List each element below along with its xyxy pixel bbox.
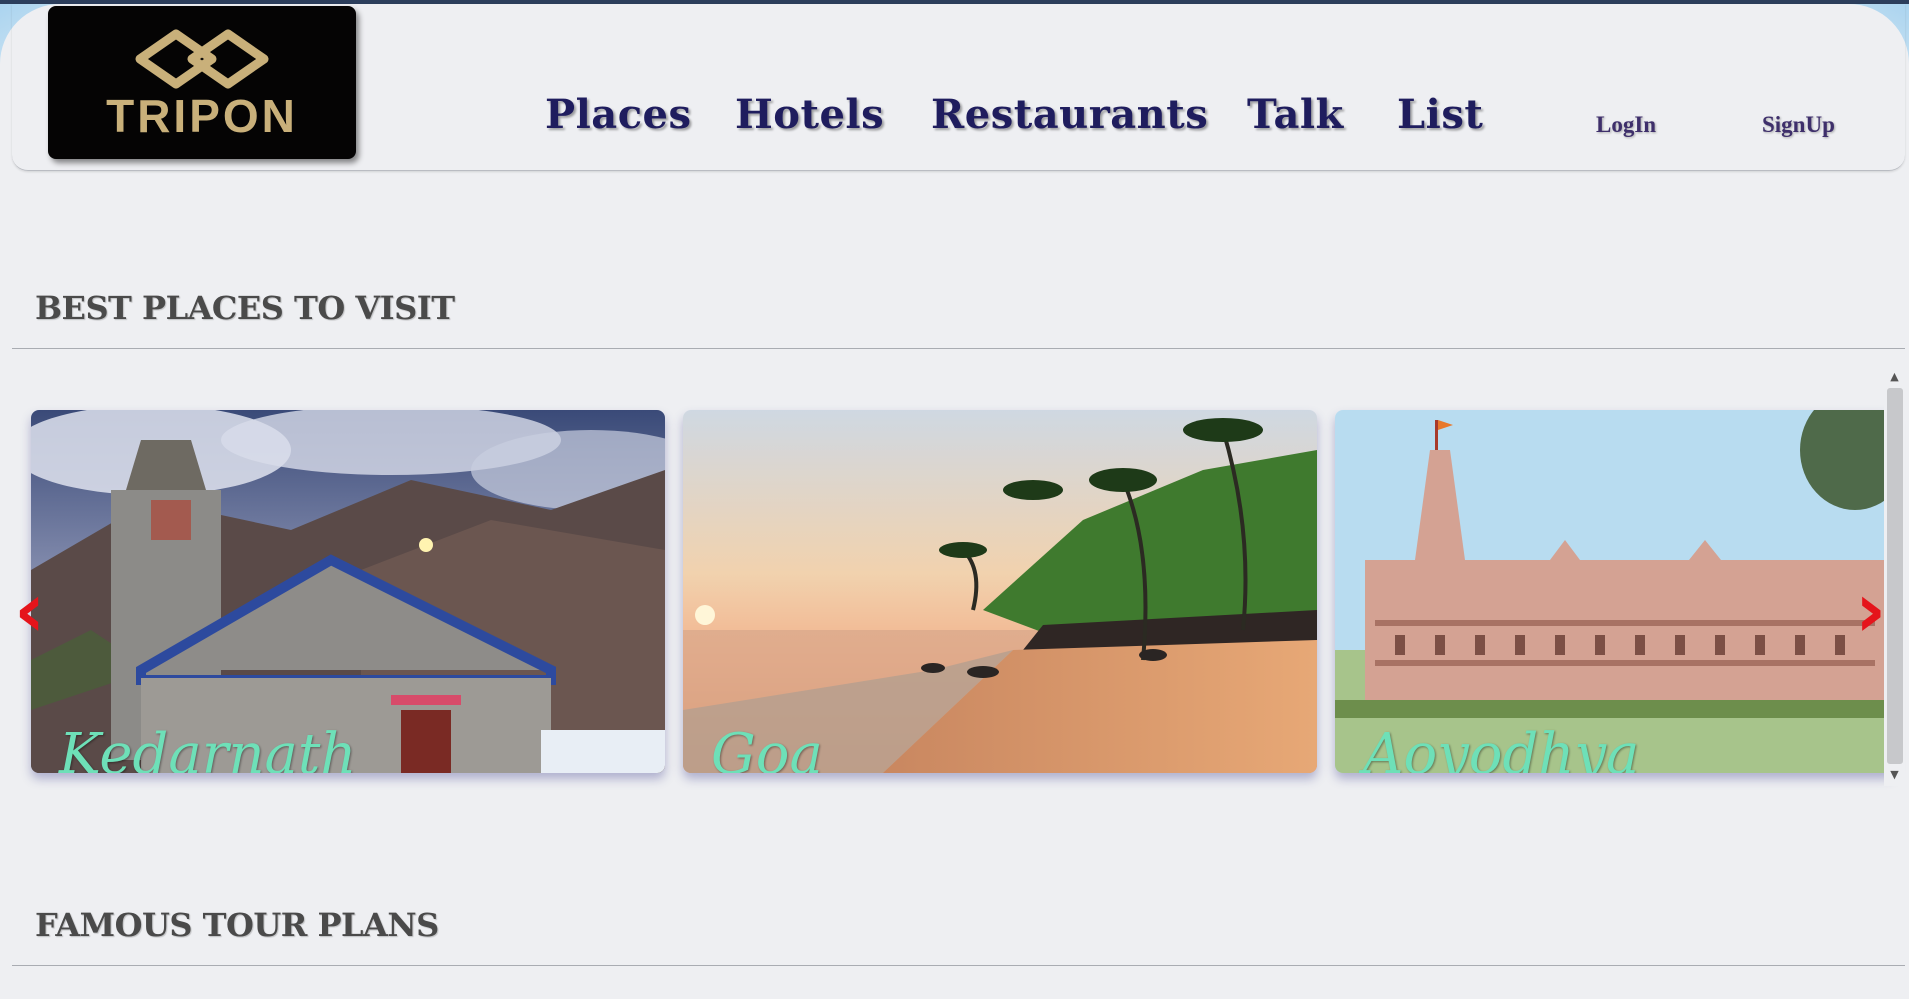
carousel-prev-icon[interactable]: ‹ xyxy=(14,572,45,648)
login-link[interactable]: LogIn xyxy=(1596,112,1656,138)
nav-talk[interactable]: Talk xyxy=(1247,91,1344,138)
place-card-kedarnath[interactable]: Kedarnath xyxy=(31,410,665,773)
card-label-goa: Goa xyxy=(711,722,823,773)
logo-diamond-icon: TRIPON xyxy=(106,29,298,142)
site-header: TRIPON xyxy=(12,4,1905,171)
scroll-down-icon[interactable]: ▼ xyxy=(1884,766,1905,784)
place-card-aoyodhya[interactable]: Aoyodhya xyxy=(1335,410,1895,773)
best-places-heading: BEST PLACES TO VISIT xyxy=(35,289,455,327)
card-label-kedarnath: Kedarnath xyxy=(59,722,357,773)
places-carousel: Kedarnath Goa Aoyodhya xyxy=(12,368,1895,778)
best-places-divider xyxy=(12,348,1905,349)
aoyodhya-image xyxy=(1335,410,1895,773)
nav-places[interactable]: Places xyxy=(545,91,692,138)
carousel-scrollbar[interactable]: ▲ ▼ xyxy=(1884,368,1905,786)
nav-restaurants[interactable]: Restaurants xyxy=(931,91,1208,138)
card-label-aoyodhya: Aoyodhya xyxy=(1363,722,1640,773)
scroll-thumb[interactable] xyxy=(1887,388,1903,764)
tripon-logo[interactable]: TRIPON xyxy=(48,6,356,159)
signup-link[interactable]: SignUp xyxy=(1762,112,1835,138)
logo-text: TRIPON xyxy=(106,90,298,142)
famous-tours-heading: FAMOUS TOUR PLANS xyxy=(35,906,439,944)
place-card-goa[interactable]: Goa xyxy=(683,410,1317,773)
nav-list[interactable]: List xyxy=(1397,91,1483,138)
kedarnath-image xyxy=(31,410,665,773)
scroll-up-icon[interactable]: ▲ xyxy=(1884,368,1905,386)
goa-image xyxy=(683,410,1317,773)
nav-hotels[interactable]: Hotels xyxy=(735,91,884,138)
famous-tours-divider xyxy=(12,965,1905,966)
carousel-next-icon[interactable]: › xyxy=(1855,572,1886,648)
